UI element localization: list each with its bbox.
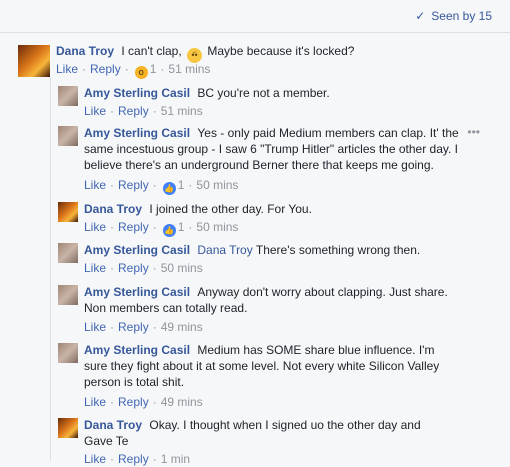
comment-actions: Like · Reply · 51 mins bbox=[84, 104, 203, 118]
reply-link[interactable]: Reply bbox=[90, 62, 121, 76]
like-link[interactable]: Like bbox=[84, 395, 106, 409]
like-link[interactable]: Like bbox=[84, 220, 106, 234]
thumbs-up-reaction-icon[interactable]: 👍 bbox=[162, 182, 176, 195]
avatar[interactable] bbox=[58, 126, 78, 146]
checkmark-icon: ✓ bbox=[415, 9, 426, 23]
comment-text: There's something wrong then. bbox=[255, 243, 421, 257]
timestamp[interactable]: 50 mins bbox=[161, 261, 203, 275]
like-link[interactable]: Like bbox=[84, 104, 106, 118]
reply-link[interactable]: Reply bbox=[118, 261, 149, 275]
comment-actions: Like · Reply · 👍 1 · 50 mins bbox=[84, 220, 239, 237]
timestamp[interactable]: 50 mins bbox=[196, 178, 238, 192]
wow-reaction-icon[interactable]: o bbox=[134, 66, 148, 79]
like-link[interactable]: Like bbox=[84, 261, 106, 275]
author-name[interactable]: Amy Sterling Casil bbox=[84, 285, 193, 299]
timestamp[interactable]: 51 mins bbox=[161, 104, 203, 118]
reaction-count[interactable]: 1 bbox=[150, 62, 157, 76]
comment-actions: Like · Reply · 49 mins bbox=[84, 320, 203, 334]
comment-body: Dana Troy Okay. I thought when I signed … bbox=[84, 417, 450, 449]
mention-link[interactable]: Dana Troy bbox=[197, 243, 252, 257]
comment-text-continued: Maybe because it's locked? bbox=[207, 44, 355, 58]
timestamp[interactable]: 51 mins bbox=[168, 62, 210, 76]
more-options-icon[interactable]: ••• bbox=[467, 125, 480, 139]
comment-body: Amy Sterling Casil Dana Troy There's som… bbox=[84, 242, 492, 258]
author-name[interactable]: Amy Sterling Casil bbox=[84, 343, 193, 357]
avatar[interactable] bbox=[58, 86, 78, 106]
author-name[interactable]: Dana Troy bbox=[84, 202, 145, 216]
avatar[interactable] bbox=[58, 418, 78, 438]
like-link[interactable]: Like bbox=[56, 62, 78, 76]
comment-body: Amy Sterling Casil Yes - only paid Mediu… bbox=[84, 125, 466, 173]
avatar[interactable] bbox=[58, 202, 78, 222]
thumbs-up-reaction-icon[interactable]: 👍 bbox=[162, 224, 176, 237]
timestamp[interactable]: 50 mins bbox=[196, 220, 238, 234]
avatar[interactable] bbox=[58, 243, 78, 263]
comment-actions: Like · Reply · 50 mins bbox=[84, 261, 203, 275]
comment-body: Dana Troy I can't clap, •᷄• Maybe becaus… bbox=[56, 43, 492, 63]
avatar[interactable] bbox=[58, 343, 78, 363]
comment-text: I joined the other day. For You. bbox=[149, 202, 312, 216]
reply-link[interactable]: Reply bbox=[118, 395, 149, 409]
reply-link[interactable]: Reply bbox=[118, 104, 149, 118]
seen-by-bar[interactable]: ✓ Seen by 15 bbox=[0, 0, 510, 33]
reply-link[interactable]: Reply bbox=[118, 320, 149, 334]
comment-body: Dana Troy I joined the other day. For Yo… bbox=[84, 201, 492, 217]
timestamp[interactable]: 1 min bbox=[161, 452, 190, 466]
timestamp[interactable]: 49 mins bbox=[161, 395, 203, 409]
comment-body: Amy Sterling Casil BC you're not a membe… bbox=[84, 85, 492, 101]
comment-actions: Like · Reply · o 1 · 51 mins bbox=[56, 62, 211, 79]
like-link[interactable]: Like bbox=[84, 178, 106, 192]
author-name[interactable]: Amy Sterling Casil bbox=[84, 243, 193, 257]
avatar[interactable] bbox=[58, 285, 78, 305]
comment-actions: Like · Reply · 49 mins bbox=[84, 395, 203, 409]
comment-body: Amy Sterling Casil Anyway don't worry ab… bbox=[84, 284, 450, 316]
author-name[interactable]: Amy Sterling Casil bbox=[84, 86, 193, 100]
reply-thread-line bbox=[50, 77, 51, 461]
reaction-count[interactable]: 1 bbox=[178, 178, 185, 192]
comment-text: BC you're not a member. bbox=[197, 86, 330, 100]
avatar[interactable] bbox=[18, 45, 50, 77]
reply-link[interactable]: Reply bbox=[118, 452, 149, 466]
comment-text: I can't clap, bbox=[121, 44, 182, 58]
comment-actions: Like · Reply · 👍 1 · 50 mins bbox=[84, 178, 239, 195]
author-name[interactable]: Amy Sterling Casil bbox=[84, 126, 193, 140]
author-name[interactable]: Dana Troy bbox=[56, 44, 117, 58]
seen-by-label: Seen by 15 bbox=[431, 9, 492, 23]
timestamp[interactable]: 49 mins bbox=[161, 320, 203, 334]
reaction-count[interactable]: 1 bbox=[178, 220, 185, 234]
like-link[interactable]: Like bbox=[84, 452, 106, 466]
reply-link[interactable]: Reply bbox=[118, 178, 149, 192]
like-link[interactable]: Like bbox=[84, 320, 106, 334]
comment-actions: Like · Reply · 1 min bbox=[84, 452, 191, 466]
reply-link[interactable]: Reply bbox=[118, 220, 149, 234]
comment-body: Amy Sterling Casil Medium has SOME share… bbox=[84, 342, 460, 390]
author-name[interactable]: Dana Troy bbox=[84, 418, 145, 432]
